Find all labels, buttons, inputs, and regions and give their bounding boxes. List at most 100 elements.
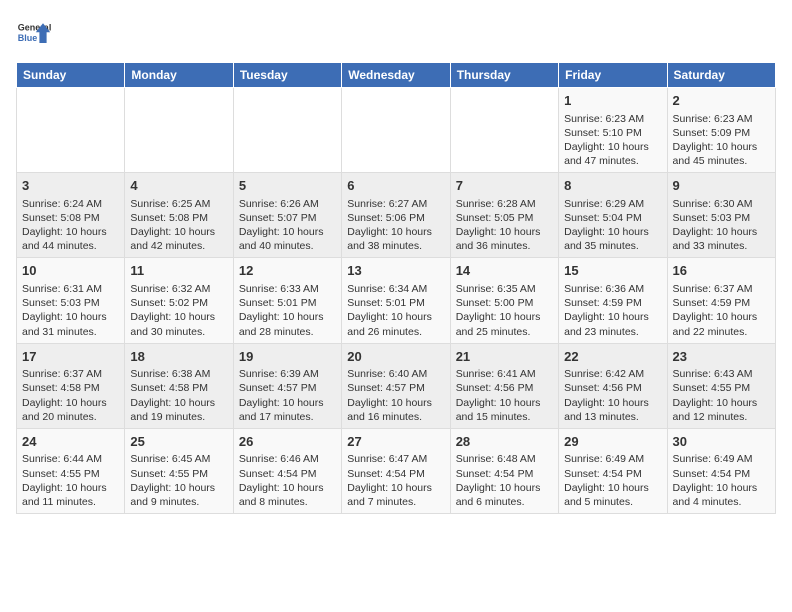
day-cell: 11Sunrise: 6:32 AMSunset: 5:02 PMDayligh… [125,258,233,343]
day-info: Daylight: 10 hours and 22 minutes. [673,310,770,338]
day-cell: 3Sunrise: 6:24 AMSunset: 5:08 PMDaylight… [17,173,125,258]
day-cell: 1Sunrise: 6:23 AMSunset: 5:10 PMDaylight… [559,88,667,173]
day-cell: 7Sunrise: 6:28 AMSunset: 5:05 PMDaylight… [450,173,558,258]
day-info: Sunrise: 6:36 AM [564,282,661,296]
day-cell: 21Sunrise: 6:41 AMSunset: 4:56 PMDayligh… [450,343,558,428]
day-info: Sunset: 5:04 PM [564,211,661,225]
day-info: Daylight: 10 hours and 40 minutes. [239,225,336,253]
day-info: Daylight: 10 hours and 44 minutes. [22,225,119,253]
weekday-header-sunday: Sunday [17,63,125,88]
day-info: Sunset: 4:59 PM [564,296,661,310]
day-info: Sunset: 4:54 PM [239,467,336,481]
day-info: Sunrise: 6:23 AM [673,112,770,126]
logo: General Blue [16,16,52,52]
day-info: Sunset: 4:54 PM [456,467,553,481]
day-cell: 15Sunrise: 6:36 AMSunset: 4:59 PMDayligh… [559,258,667,343]
day-cell: 14Sunrise: 6:35 AMSunset: 5:00 PMDayligh… [450,258,558,343]
day-info: Daylight: 10 hours and 26 minutes. [347,310,444,338]
day-number: 25 [130,433,227,451]
day-cell: 17Sunrise: 6:37 AMSunset: 4:58 PMDayligh… [17,343,125,428]
day-info: Sunrise: 6:49 AM [564,452,661,466]
day-info: Daylight: 10 hours and 45 minutes. [673,140,770,168]
day-cell [17,88,125,173]
day-info: Sunrise: 6:30 AM [673,197,770,211]
day-info: Daylight: 10 hours and 15 minutes. [456,396,553,424]
day-info: Sunset: 5:05 PM [456,211,553,225]
day-info: Daylight: 10 hours and 11 minutes. [22,481,119,509]
day-cell [233,88,341,173]
day-info: Sunrise: 6:39 AM [239,367,336,381]
day-cell: 5 Sunrise: 6:26 AMSunset: 5:07 PMDaylight… [233,173,341,258]
day-number: 10 [22,262,119,280]
weekday-header-tuesday: Tuesday [233,63,341,88]
day-number: 23 [673,348,770,366]
day-info: Sunrise: 6:49 AM [673,452,770,466]
day-info: Sunset: 4:59 PM [673,296,770,310]
day-info: Sunrise: 6:33 AM [239,282,336,296]
day-info: Sunrise: 6:26 AM [239,197,336,211]
day-cell: 2Sunrise: 6:23 AMSunset: 5:09 PMDaylight… [667,88,775,173]
day-cell: 4Sunrise: 6:25 AMSunset: 5:08 PMDaylight… [125,173,233,258]
weekday-header-thursday: Thursday [450,63,558,88]
day-info: Daylight: 10 hours and 28 minutes. [239,310,336,338]
day-info: Sunset: 4:56 PM [564,381,661,395]
day-info: Sunrise: 6:25 AM [130,197,227,211]
day-info: Daylight: 10 hours and 36 minutes. [456,225,553,253]
day-number: 8 [564,177,661,195]
day-info: Daylight: 10 hours and 13 minutes. [564,396,661,424]
day-cell: 10Sunrise: 6:31 AMSunset: 5:03 PMDayligh… [17,258,125,343]
day-info: Daylight: 10 hours and 16 minutes. [347,396,444,424]
day-cell: 9Sunrise: 6:30 AMSunset: 5:03 PMDaylight… [667,173,775,258]
day-cell: 13 Sunrise: 6:34 AMSunset: 5:01 PMDayligh… [342,258,450,343]
day-info: Daylight: 10 hours and 9 minutes. [130,481,227,509]
week-row-1: 1Sunrise: 6:23 AMSunset: 5:10 PMDaylight… [17,88,776,173]
day-info: Daylight: 10 hours and 31 minutes. [22,310,119,338]
day-info: Daylight: 10 hours and 8 minutes. [239,481,336,509]
day-info: Sunrise: 6:41 AM [456,367,553,381]
day-cell: 6Sunrise: 6:27 AMSunset: 5:06 PMDaylight… [342,173,450,258]
day-number: 4 [130,177,227,195]
day-number: 5 [239,177,336,195]
day-info: Sunrise: 6:31 AM [22,282,119,296]
day-info: Daylight: 10 hours and 5 minutes. [564,481,661,509]
day-info: Sunset: 5:08 PM [22,211,119,225]
day-info: Sunset: 5:01 PM [239,296,336,310]
day-cell: 26Sunrise: 6:46 AMSunset: 4:54 PMDayligh… [233,428,341,513]
day-number: 6 [347,177,444,195]
day-info: Sunset: 5:07 PM [239,211,336,225]
day-number: 21 [456,348,553,366]
day-info: Sunrise: 6:42 AM [564,367,661,381]
day-cell: 18Sunrise: 6:38 AMSunset: 4:58 PMDayligh… [125,343,233,428]
day-info: Daylight: 10 hours and 6 minutes. [456,481,553,509]
day-info: Sunrise: 6:47 AM [347,452,444,466]
day-info: Sunrise: 6:37 AM [673,282,770,296]
day-number: 2 [673,92,770,110]
day-number: 13 [347,262,444,280]
day-info: Sunset: 4:54 PM [673,467,770,481]
day-info: Daylight: 10 hours and 30 minutes. [130,310,227,338]
day-info: Daylight: 10 hours and 12 minutes. [673,396,770,424]
day-number: 11 [130,262,227,280]
day-info: Daylight: 10 hours and 47 minutes. [564,140,661,168]
day-info: Sunrise: 6:34 AM [347,282,444,296]
day-info: Sunset: 4:55 PM [22,467,119,481]
day-number: 24 [22,433,119,451]
day-info: Daylight: 10 hours and 42 minutes. [130,225,227,253]
logo-icon: General Blue [16,16,52,52]
day-info: Daylight: 10 hours and 20 minutes. [22,396,119,424]
day-cell: 16Sunrise: 6:37 AMSunset: 4:59 PMDayligh… [667,258,775,343]
day-cell: 8Sunrise: 6:29 AMSunset: 5:04 PMDaylight… [559,173,667,258]
day-cell: 29Sunrise: 6:49 AMSunset: 4:54 PMDayligh… [559,428,667,513]
day-cell: 25Sunrise: 6:45 AMSunset: 4:55 PMDayligh… [125,428,233,513]
day-info: Sunset: 5:01 PM [347,296,444,310]
day-info: Sunset: 5:10 PM [564,126,661,140]
day-cell: 24Sunrise: 6:44 AMSunset: 4:55 PMDayligh… [17,428,125,513]
day-cell: 20Sunrise: 6:40 AMSunset: 4:57 PMDayligh… [342,343,450,428]
week-row-5: 24Sunrise: 6:44 AMSunset: 4:55 PMDayligh… [17,428,776,513]
day-number: 28 [456,433,553,451]
day-info: Daylight: 10 hours and 19 minutes. [130,396,227,424]
day-number: 30 [673,433,770,451]
day-info: Sunset: 4:56 PM [456,381,553,395]
day-number: 12 [239,262,336,280]
day-cell: 19Sunrise: 6:39 AMSunset: 4:57 PMDayligh… [233,343,341,428]
